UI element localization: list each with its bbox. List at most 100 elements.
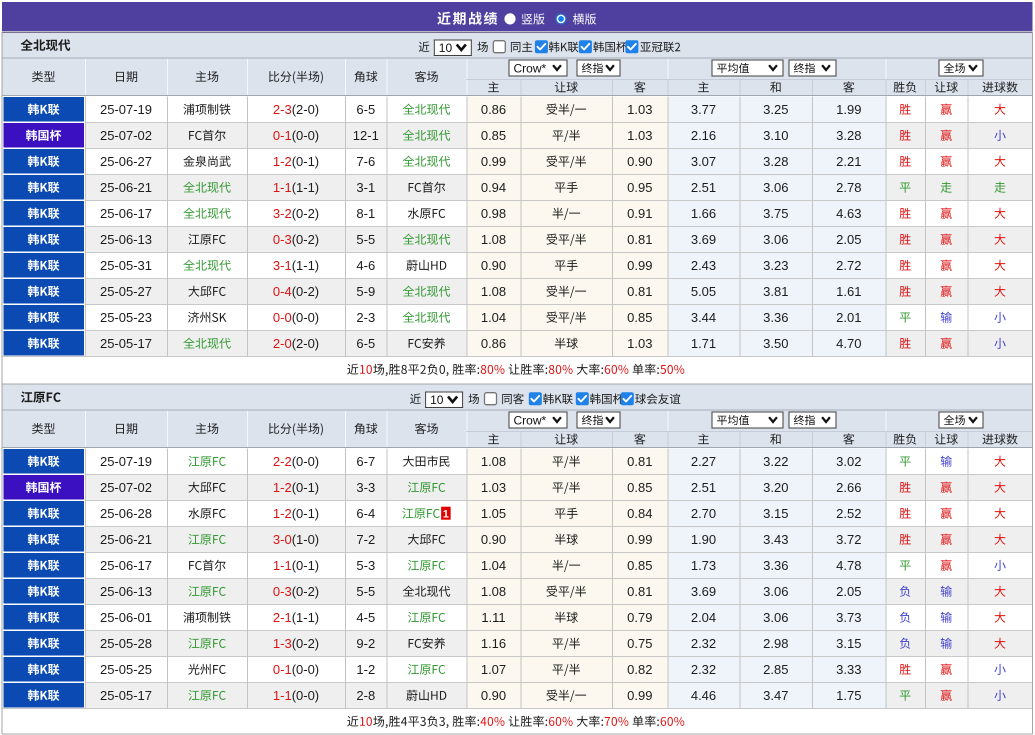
svg-text:4.46: 4.46 [691,688,716,703]
svg-text:1-1: 1-1 [273,558,292,573]
svg-text:8-1: 8-1 [356,206,375,221]
svg-text:1.71: 1.71 [691,336,716,351]
svg-text:3-2: 3-2 [273,206,292,221]
svg-text:(0-1): (0-1) [292,558,319,573]
svg-text:3.23: 3.23 [763,258,788,273]
svg-text:25-06-13: 25-06-13 [100,584,152,599]
svg-text:9-2: 9-2 [356,636,375,651]
svg-text:1.03: 1.03 [481,480,506,495]
svg-text:1.75: 1.75 [836,688,861,703]
svg-text:1.03: 1.03 [627,128,652,143]
svg-text:0.81: 0.81 [627,584,652,599]
svg-text:(1-1): (1-1) [292,180,319,195]
svg-text:25-05-27: 25-05-27 [100,284,152,299]
svg-text:2-1: 2-1 [273,610,292,625]
svg-text:5-5: 5-5 [356,232,375,247]
svg-text:1.73: 1.73 [691,558,716,573]
svg-text:(0-1): (0-1) [292,506,319,521]
svg-text:2.16: 2.16 [691,128,716,143]
svg-text:0.85: 0.85 [627,310,652,325]
svg-text:5.05: 5.05 [691,284,716,299]
svg-text:(0-1): (0-1) [292,480,319,495]
svg-text:3.06: 3.06 [763,610,788,625]
svg-text:3.73: 3.73 [836,610,861,625]
svg-text:25-06-21: 25-06-21 [100,180,152,195]
svg-text:2-0: 2-0 [273,336,292,351]
svg-text:25-06-27: 25-06-27 [100,154,152,169]
svg-text:25-05-23: 25-05-23 [100,310,152,325]
svg-text:3.25: 3.25 [763,102,788,117]
svg-text:(0-0): (0-0) [292,128,319,143]
svg-text:5-9: 5-9 [356,284,375,299]
svg-text:Crow*: Crow* [514,413,547,427]
svg-text:1-2: 1-2 [273,480,292,495]
svg-text:3.28: 3.28 [763,154,788,169]
svg-text:2.85: 2.85 [763,662,788,677]
svg-text:0.90: 0.90 [481,688,506,703]
svg-text:2.04: 2.04 [691,610,716,625]
svg-text:2-2: 2-2 [273,454,292,469]
svg-text:12-1: 12-1 [353,128,379,143]
svg-text:25-05-28: 25-05-28 [100,636,152,651]
svg-text:0.85: 0.85 [627,558,652,573]
svg-text:4-5: 4-5 [356,610,375,625]
svg-text:1-2: 1-2 [273,154,292,169]
svg-text:0-1: 0-1 [273,662,292,677]
svg-text:0.81: 0.81 [627,454,652,469]
svg-text:0.91: 0.91 [627,206,652,221]
svg-text:2.27: 2.27 [691,454,716,469]
svg-text:1.16: 1.16 [481,636,506,651]
svg-text:3.06: 3.06 [763,584,788,599]
svg-text:2.32: 2.32 [691,636,716,651]
svg-text:1.99: 1.99 [836,102,861,117]
svg-text:2.01: 2.01 [836,310,861,325]
svg-text:2.05: 2.05 [836,232,861,247]
svg-text:(0-2): (0-2) [292,232,319,247]
svg-text:1-3: 1-3 [273,636,292,651]
svg-text:1-1: 1-1 [273,180,292,195]
svg-text:1.03: 1.03 [627,102,652,117]
svg-text:3.28: 3.28 [836,128,861,143]
svg-text:(2-0): (2-0) [292,102,319,117]
svg-text:25-05-31: 25-05-31 [100,258,152,273]
svg-text:2-8: 2-8 [356,688,375,703]
svg-text:0.86: 0.86 [481,102,506,117]
svg-text:0.99: 0.99 [627,532,652,547]
svg-text:0.99: 0.99 [481,154,506,169]
svg-text:3.69: 3.69 [691,232,716,247]
svg-text:25-07-02: 25-07-02 [100,480,152,495]
svg-text:0-1: 0-1 [273,128,292,143]
svg-text:2.52: 2.52 [836,506,861,521]
svg-text:3.36: 3.36 [763,558,788,573]
svg-text:0.99: 0.99 [627,258,652,273]
svg-text:3-0: 3-0 [273,532,292,547]
svg-text:0.98: 0.98 [481,206,506,221]
svg-text:3.81: 3.81 [763,284,788,299]
svg-text:1.08: 1.08 [481,584,506,599]
svg-text:1.11: 1.11 [481,610,505,625]
svg-text:25-05-25: 25-05-25 [100,662,152,677]
svg-text:1.08: 1.08 [481,454,506,469]
svg-text:2-3: 2-3 [356,310,375,325]
svg-text:Crow*: Crow* [514,61,547,75]
svg-text:25-07-02: 25-07-02 [100,128,152,143]
svg-text:0.81: 0.81 [627,232,652,247]
svg-text:1.90: 1.90 [691,532,716,547]
svg-text:0.82: 0.82 [627,662,652,677]
svg-text:(0-2): (0-2) [292,636,319,651]
svg-text:3.72: 3.72 [836,532,861,547]
svg-text:(0-0): (0-0) [292,454,319,469]
svg-text:3.15: 3.15 [763,506,788,521]
svg-text:3.43: 3.43 [763,532,788,547]
svg-text:1.07: 1.07 [481,662,506,677]
svg-text:(0-1): (0-1) [292,154,319,169]
svg-text:0.75: 0.75 [627,636,652,651]
svg-text:2.51: 2.51 [691,480,716,495]
svg-text:0.90: 0.90 [481,532,506,547]
svg-text:(2-0): (2-0) [292,336,319,351]
svg-text:2.43: 2.43 [691,258,716,273]
svg-text:3-1: 3-1 [273,258,292,273]
svg-text:3.10: 3.10 [763,128,788,143]
svg-text:(1-0): (1-0) [292,532,319,547]
svg-text:5-3: 5-3 [356,558,375,573]
